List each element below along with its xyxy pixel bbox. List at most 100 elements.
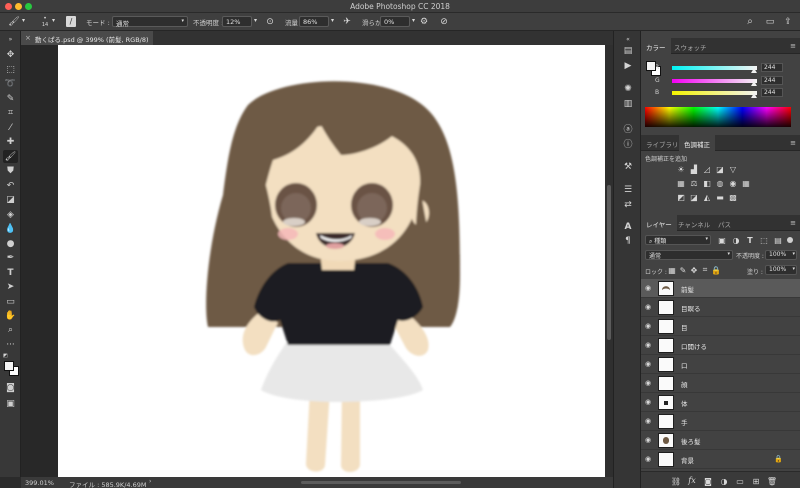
panel-menu-icon[interactable]: ≡ (790, 219, 796, 227)
color-spectrum-ramp[interactable] (645, 107, 791, 127)
green-value[interactable]: 244 (761, 76, 783, 85)
lock-icon[interactable]: 🔒 (774, 455, 783, 463)
layer-row[interactable]: ◉ 口 (641, 355, 800, 374)
share-icon[interactable]: ⇪ (782, 15, 794, 28)
foreground-color-swatch[interactable] (4, 361, 14, 371)
link-layers-icon[interactable]: ⛓ (671, 476, 681, 486)
red-track[interactable] (672, 66, 757, 70)
layer-row[interactable]: ◉ 手 (641, 412, 800, 431)
levels-icon[interactable]: ▟ (689, 164, 699, 174)
horizontal-scroll-thumb[interactable] (301, 481, 461, 484)
add-mask-icon[interactable]: ◙ (703, 476, 713, 486)
dodge-tool-icon[interactable]: ● (3, 237, 18, 250)
panel-menu-icon[interactable]: ≡ (790, 139, 796, 147)
layer-name[interactable]: 前髪 (681, 284, 694, 294)
layer-filter-select[interactable]: ⌕ 種類 ▾ (645, 235, 711, 245)
curves-icon[interactable]: ◿ (702, 164, 712, 174)
screen-mode-icon[interactable]: ▣ (3, 397, 18, 410)
layer-name[interactable]: 口開ける (681, 341, 707, 351)
posterize-icon[interactable]: ◪ (689, 192, 699, 202)
invert-icon[interactable]: ◩ (676, 192, 686, 202)
history-brush-tool-icon[interactable]: ↶ (3, 179, 18, 192)
tab-paths[interactable]: パス (713, 215, 736, 231)
visibility-eye-icon[interactable]: ◉ (645, 436, 651, 444)
brightness-contrast-icon[interactable]: ☀ (676, 164, 686, 174)
green-knob[interactable] (751, 81, 757, 86)
visibility-eye-icon[interactable]: ◉ (645, 341, 651, 349)
history-panel-icon[interactable]: ▤ (621, 45, 635, 57)
black-white-icon[interactable]: ◧ (702, 178, 712, 188)
actions-panel-icon[interactable]: ▶ (621, 60, 635, 72)
blue-value[interactable]: 244 (761, 88, 783, 97)
visibility-eye-icon[interactable]: ◉ (645, 322, 651, 330)
rectangle-tool-icon[interactable]: ▭ (3, 295, 18, 308)
layer-row[interactable]: ◉ 背景 🔒 (641, 450, 800, 469)
panel-menu-icon[interactable]: ≡ (790, 42, 796, 50)
filter-type-icon[interactable]: T (745, 235, 755, 245)
layer-row[interactable]: ◉ 前髪 (641, 279, 800, 298)
filter-smart-object-icon[interactable]: ▤ (773, 235, 783, 245)
color-foreground-swatch[interactable] (646, 61, 656, 71)
lock-position-icon[interactable]: ✥ (689, 265, 699, 275)
brush-preset-picker[interactable]: • 14 (40, 15, 50, 28)
scroll-left-arrow[interactable] (171, 481, 174, 484)
layer-name[interactable]: 目 (681, 322, 688, 332)
visibility-eye-icon[interactable]: ◉ (645, 360, 651, 368)
brush-tool-icon[interactable]: 🖌 (3, 150, 18, 163)
exposure-icon[interactable]: ◪ (715, 164, 725, 174)
healing-brush-tool-icon[interactable]: ✚ (3, 135, 18, 148)
photo-filter-icon[interactable]: ◍ (715, 178, 725, 188)
type-tool-icon[interactable]: T (3, 266, 18, 279)
move-tool-icon[interactable]: ✥ (3, 48, 18, 61)
red-value[interactable]: 244 (761, 63, 783, 72)
brush-panel-icon[interactable]: / (66, 16, 76, 27)
pressure-size-icon[interactable]: ⊘ (438, 15, 450, 28)
layer-row[interactable]: ◉ 目 (641, 317, 800, 336)
color-balance-icon[interactable]: ⚖ (689, 178, 699, 188)
properties-panel-icon[interactable]: ⚒ (621, 161, 635, 173)
layer-name[interactable]: 顔 (681, 379, 688, 389)
layer-name[interactable]: 目瞑る (681, 303, 701, 313)
default-colors-icon[interactable]: ◩ (3, 353, 9, 359)
info-panel-icon[interactable]: ⓘ (621, 137, 635, 150)
character-styles-icon[interactable]: A (621, 221, 635, 233)
layer-row[interactable]: ◉ 体 (641, 393, 800, 412)
filter-adjustment-icon[interactable]: ◑ (731, 235, 741, 245)
workspace-icon[interactable]: ▭ (764, 15, 776, 28)
layer-name[interactable]: 背景 (681, 455, 694, 465)
canvas-area[interactable] (21, 45, 613, 477)
quick-mask-icon[interactable]: ◙ (3, 381, 18, 394)
flow-input[interactable]: 86% (299, 16, 329, 27)
filter-toggle[interactable] (787, 237, 793, 243)
brush-settings-icon[interactable]: ✺ (621, 83, 635, 95)
crop-tool-icon[interactable]: ⌗ (3, 106, 18, 119)
paths-panel-icon[interactable]: ⇄ (621, 199, 635, 211)
new-group-icon[interactable]: ▭ (735, 476, 745, 486)
paragraph-panel-icon[interactable]: ¶ (621, 235, 635, 247)
lock-transparency-icon[interactable]: ▦ (667, 265, 677, 275)
filter-pixel-icon[interactable]: ▣ (717, 235, 727, 245)
pen-tool-icon[interactable]: ✒ (3, 251, 18, 264)
threshold-icon[interactable]: ◭ (702, 192, 712, 202)
airbrush-icon[interactable]: ✈ (341, 15, 353, 28)
gear-icon[interactable]: ⚙ (418, 15, 430, 28)
green-track[interactable] (672, 79, 757, 83)
layer-name[interactable]: 後ろ髪 (681, 436, 701, 446)
stamp-tool-icon[interactable]: ⛊ (3, 164, 18, 177)
color-lookup-icon[interactable]: ▦ (741, 178, 751, 188)
lock-artboard-icon[interactable]: ⌗ (700, 265, 710, 275)
eraser-tool-icon[interactable]: ◪ (3, 193, 18, 206)
blue-knob[interactable] (751, 93, 757, 98)
chevron-down-icon[interactable]: ▾ (52, 17, 55, 24)
visibility-eye-icon[interactable]: ◉ (645, 398, 651, 406)
collapse-toolbar-icon[interactable]: » (3, 33, 18, 46)
hand-tool-icon[interactable]: ✋ (3, 309, 18, 322)
search-icon[interactable]: ⌕ (744, 15, 756, 28)
more-tools-icon[interactable]: ··· (3, 338, 18, 351)
blend-mode-select[interactable]: 通常 ▾ (645, 250, 733, 260)
layer-row[interactable]: ◉ 目瞑る (641, 298, 800, 317)
layer-style-button[interactable]: fx (687, 475, 697, 485)
visibility-eye-icon[interactable]: ◉ (645, 417, 651, 425)
brush-tool-icon[interactable]: 🖌 (8, 16, 20, 28)
lock-pixels-icon[interactable]: ✎ (678, 265, 688, 275)
